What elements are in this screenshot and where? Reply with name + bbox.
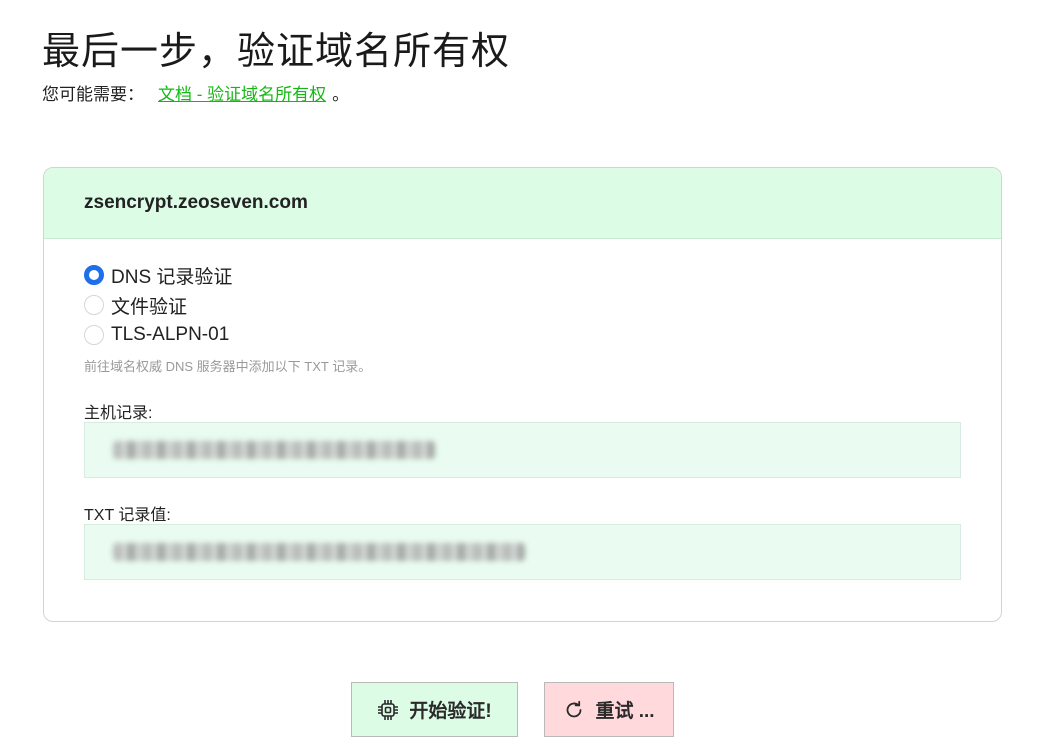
chip-icon bbox=[378, 699, 399, 720]
page-title: 最后一步，验证域名所有权 bbox=[42, 31, 511, 73]
host-record-label: 主机记录: bbox=[84, 405, 153, 422]
help-text: 前往域名权威 DNS 服务器中添加以下 TXT 记录。 bbox=[84, 359, 372, 374]
docs-link[interactable]: 文档 - 验证域名所有权 bbox=[158, 85, 326, 104]
option-file[interactable]: 文件验证 bbox=[84, 290, 232, 320]
txt-record-field[interactable] bbox=[84, 524, 961, 580]
hint-prefix: 您可能需要： bbox=[42, 85, 144, 104]
option-tls-alpn[interactable]: TLS-ALPN-01 bbox=[84, 320, 232, 350]
txt-record-label: TXT 记录值: bbox=[84, 507, 171, 524]
host-record-value-redacted bbox=[113, 441, 435, 459]
option-file-label: 文件验证 bbox=[111, 296, 188, 318]
retry-label: 重试 ... bbox=[595, 701, 655, 722]
verification-method-group: DNS 记录验证 文件验证 TLS-ALPN-01 bbox=[84, 260, 232, 350]
radio-tls-alpn[interactable] bbox=[84, 325, 104, 345]
domain-verification-card: zsencrypt.zeoseven.com DNS 记录验证 文件验证 TLS… bbox=[43, 167, 1002, 622]
start-verification-label: 开始验证! bbox=[409, 701, 492, 722]
radio-file[interactable] bbox=[84, 295, 104, 315]
hint-suffix: 。 bbox=[332, 85, 350, 104]
card-header: zsencrypt.zeoseven.com bbox=[44, 168, 1001, 239]
option-tls-label: TLS-ALPN-01 bbox=[111, 324, 230, 345]
retry-button[interactable]: 重试 ... bbox=[544, 682, 674, 737]
option-dns-label: DNS 记录验证 bbox=[111, 266, 233, 288]
txt-record-value-redacted bbox=[113, 543, 525, 561]
option-dns-record[interactable]: DNS 记录验证 bbox=[84, 260, 232, 290]
host-record-field[interactable] bbox=[84, 422, 961, 478]
radio-dns-record[interactable] bbox=[84, 265, 104, 285]
docs-hint: 您可能需要： 文档 - 验证域名所有权。 bbox=[42, 80, 349, 105]
refresh-icon bbox=[567, 700, 582, 717]
domain-name: zsencrypt.zeoseven.com bbox=[84, 192, 308, 213]
start-verification-button[interactable]: 开始验证! bbox=[351, 682, 518, 737]
